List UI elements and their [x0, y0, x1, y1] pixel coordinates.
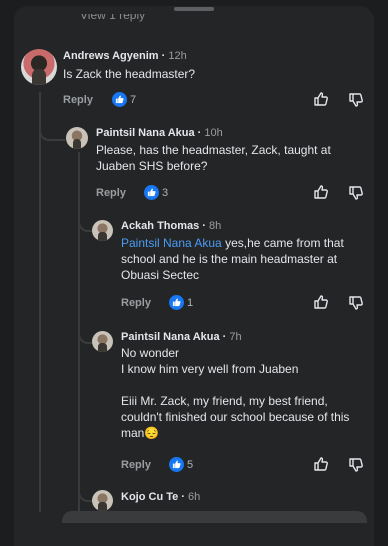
comment-line: I know him very well from Juaben: [121, 362, 299, 376]
author-name[interactable]: Paintsil Nana Akua: [121, 331, 220, 343]
comment-author[interactable]: Andrews Agyenim · 12h: [63, 50, 187, 62]
like-count: 7: [130, 94, 137, 106]
comment-text: No wonder I know him very well from Juab…: [121, 345, 366, 441]
author-name[interactable]: Paintsil Nana Akua: [96, 127, 195, 139]
dislike-icon[interactable]: [348, 185, 364, 201]
comment-text: Is Zack the headmaster?: [63, 67, 196, 81]
like-count: 5: [187, 459, 194, 471]
comment-line: Eiii Mr. Zack, my friend, my best friend…: [121, 393, 366, 441]
drag-handle[interactable]: [174, 7, 214, 11]
like-reaction-icon: [112, 92, 127, 107]
comment-line: No wonder: [121, 346, 180, 360]
author-name[interactable]: Andrews Agyenim: [63, 50, 159, 62]
comment-composer[interactable]: [62, 511, 367, 523]
dislike-icon[interactable]: [348, 92, 364, 108]
author-name[interactable]: Ackah Thomas: [121, 220, 199, 232]
thread-connector: [78, 478, 92, 502]
avatar[interactable]: [92, 490, 113, 511]
like-icon[interactable]: [313, 184, 329, 200]
like-reaction-icon: [169, 295, 184, 310]
like-icon[interactable]: [313, 91, 329, 107]
view-replies-link[interactable]: View 1 reply: [80, 14, 145, 24]
comment-author[interactable]: Paintsil Nana Akua · 7h: [121, 331, 242, 343]
like-count: 3: [162, 187, 169, 199]
comment-time: 6h: [188, 491, 201, 503]
comment-time: 12h: [168, 50, 187, 62]
dislike-icon[interactable]: [348, 295, 364, 311]
pensive-face-emoji: 😔: [144, 426, 160, 440]
thread-connector: [78, 210, 92, 232]
thread-connector: [39, 115, 65, 141]
avatar[interactable]: [92, 331, 113, 352]
comment-author[interactable]: Ackah Thomas · 8h: [121, 220, 221, 232]
comment-time: 10h: [204, 127, 223, 139]
thread-connector: [78, 320, 92, 344]
like-reaction-icon: [169, 457, 184, 472]
like-icon[interactable]: [313, 294, 329, 310]
comment-time: 8h: [209, 220, 222, 232]
comment-text: Please, has the headmaster, Zack, taught…: [96, 143, 331, 173]
avatar[interactable]: [92, 220, 113, 241]
reply-button[interactable]: Reply: [121, 297, 151, 309]
thread-line: [39, 92, 41, 512]
reply-button[interactable]: Reply: [96, 187, 126, 199]
avatar[interactable]: [21, 49, 57, 85]
dislike-icon[interactable]: [348, 457, 364, 473]
comment-text: Paintsil Nana Akua yes,he came from that…: [121, 235, 366, 283]
comment-time: 7h: [229, 331, 242, 343]
like-count: 1: [187, 297, 194, 309]
like-icon[interactable]: [313, 456, 329, 472]
comment-author[interactable]: Paintsil Nana Akua · 10h: [96, 127, 223, 139]
reply-button[interactable]: Reply: [121, 459, 151, 471]
like-reaction-icon: [144, 185, 159, 200]
comment-author[interactable]: Kojo Cu Te · 6h: [121, 491, 200, 503]
mention-link[interactable]: Paintsil Nana Akua: [121, 236, 222, 250]
avatar[interactable]: [66, 127, 88, 149]
author-name[interactable]: Kojo Cu Te: [121, 491, 178, 503]
reply-button[interactable]: Reply: [63, 94, 93, 106]
